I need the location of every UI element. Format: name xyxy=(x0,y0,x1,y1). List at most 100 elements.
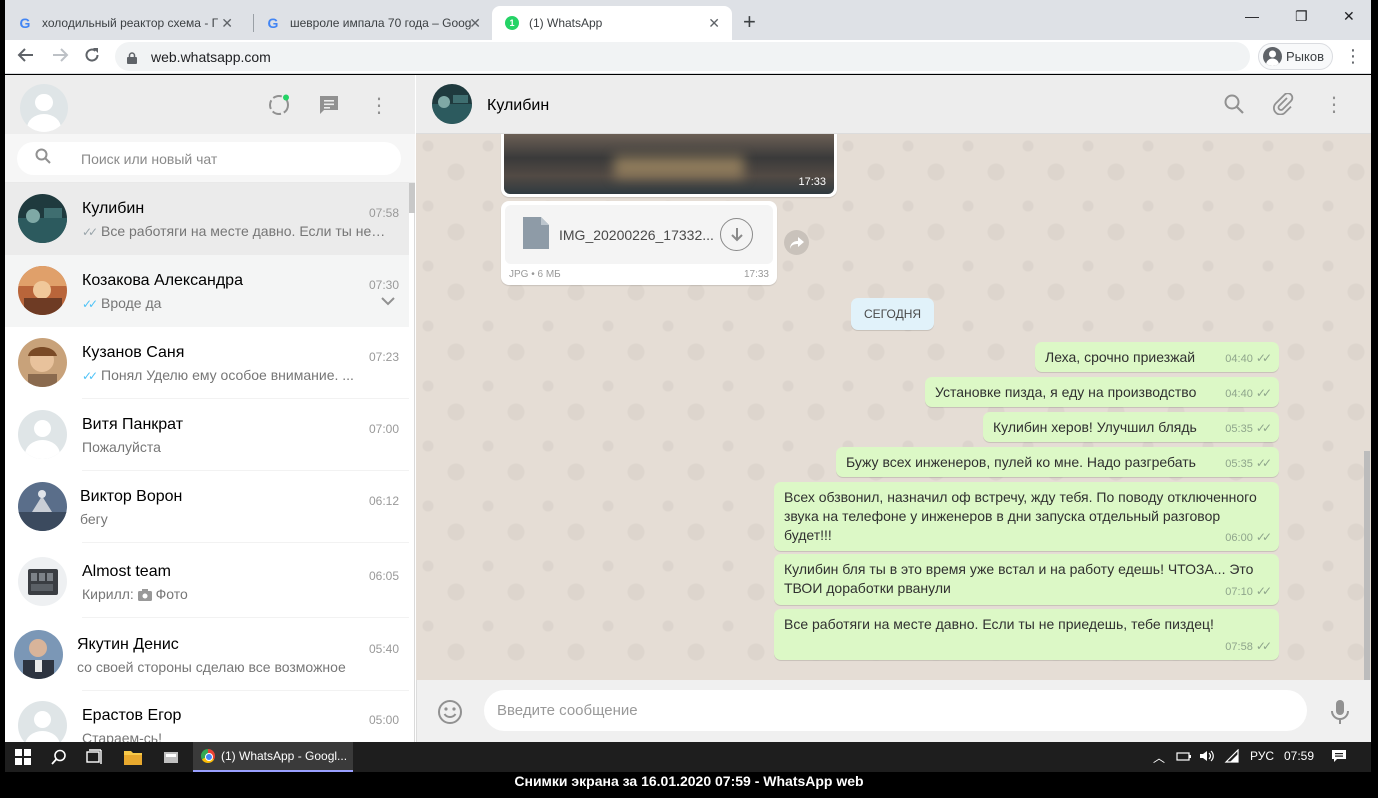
outgoing-message[interactable]: Всех обзвонил, назначил оф встречу, жду … xyxy=(774,482,1279,551)
forward-icon[interactable] xyxy=(784,230,809,255)
volume-icon[interactable] xyxy=(1199,749,1215,766)
chat-item-kuzanov[interactable]: Кузанов Саня 07:23 ✓✓ Понял Уделю ему ос… xyxy=(5,327,409,399)
image-message[interactable]: 17:33 xyxy=(501,134,837,197)
double-tick-icon: ✓✓ xyxy=(1255,386,1272,400)
new-tab-button[interactable]: + xyxy=(743,9,756,35)
chat-item-vitya[interactable]: Витя Панкрат 07:00 Пожалуйста xyxy=(5,399,409,471)
contact-avatar[interactable] xyxy=(432,84,472,124)
outgoing-message[interactable]: Установке пизда, я еду на производство 0… xyxy=(925,377,1279,407)
chat-item-erastov[interactable]: Ерастов Егор 05:00 Стараем-сь! xyxy=(5,690,409,742)
close-icon[interactable]: ✕ xyxy=(221,15,233,32)
chat-name: Виктор Ворон xyxy=(80,488,183,505)
search-input[interactable] xyxy=(81,150,381,167)
sidebar-scrollbar[interactable] xyxy=(409,183,415,213)
close-icon[interactable]: ✕ xyxy=(708,15,720,32)
chat-preview: Пожалуйста xyxy=(82,439,161,455)
maximize-icon[interactable]: ❐ xyxy=(1295,8,1308,25)
outgoing-message[interactable]: Леха, срочно приезжай 04:40 ✓✓ xyxy=(1035,342,1279,372)
status-icon[interactable] xyxy=(267,93,291,117)
close-window-icon[interactable]: ✕ xyxy=(1343,8,1355,25)
address-bar[interactable]: web.whatsapp.com xyxy=(115,42,1250,71)
back-icon[interactable] xyxy=(17,46,35,69)
chat-item-yakutin[interactable]: Якутин Денис 05:40 со своей стороны сдел… xyxy=(5,619,409,691)
chevron-down-icon[interactable] xyxy=(381,293,395,311)
tab-google-search-2[interactable]: G шевроле импала 70 года – Goog ✕ xyxy=(253,6,493,40)
taskbar-chrome-window[interactable]: (1) WhatsApp - Googl... xyxy=(193,742,353,772)
tray-chevron-icon[interactable]: ︿ xyxy=(1153,749,1165,766)
microphone-icon[interactable] xyxy=(1330,699,1350,725)
contact-name: Кулибин xyxy=(487,97,550,114)
minimize-icon[interactable]: — xyxy=(1245,8,1259,24)
forward-icon[interactable] xyxy=(51,46,69,69)
outgoing-message[interactable]: Бужу всех инженеров, пулей ко мне. Надо … xyxy=(836,447,1279,477)
chat-time: 06:05 xyxy=(368,569,399,583)
app-icon[interactable] xyxy=(161,747,181,767)
chat-preview: Стараем-сь! xyxy=(82,730,162,742)
tab-whatsapp[interactable]: 1 (1) WhatsApp ✕ xyxy=(492,6,732,40)
taskbar-window-title: (1) WhatsApp - Googl... xyxy=(221,749,348,763)
message-time: 17:33 xyxy=(798,176,826,188)
sidebar-header: ⋮ xyxy=(5,75,415,134)
wifi-icon[interactable] xyxy=(1224,748,1240,766)
conversation-menu-icon[interactable]: ⋮ xyxy=(1322,92,1346,116)
my-avatar[interactable] xyxy=(20,84,68,132)
profile-button[interactable]: Рыков xyxy=(1258,43,1333,70)
language-indicator[interactable]: РУС xyxy=(1250,749,1274,763)
chat-preview: бегу xyxy=(80,511,108,527)
google-icon: G xyxy=(267,15,279,31)
profile-name: Рыков xyxy=(1286,49,1324,64)
contact-avatar xyxy=(14,630,63,679)
outgoing-message[interactable]: Кулибин херов! Улучшил блядь 05:35 ✓✓ xyxy=(983,412,1279,442)
new-chat-icon[interactable] xyxy=(317,93,341,117)
search-box[interactable] xyxy=(17,142,401,175)
conversation-header[interactable]: Кулибин ⋮ xyxy=(416,75,1371,134)
double-tick-icon: ✓✓ xyxy=(1255,584,1272,598)
browser-menu-icon[interactable]: ⋮ xyxy=(1344,46,1362,67)
chat-time: 07:00 xyxy=(368,422,399,436)
search-icon xyxy=(35,148,51,169)
reload-icon[interactable] xyxy=(83,46,101,69)
download-icon[interactable] xyxy=(720,218,753,251)
notifications-icon[interactable] xyxy=(1331,749,1347,766)
message-status: 05:35 ✓✓ xyxy=(1225,456,1272,470)
document-meta: JPG • 6 МБ xyxy=(509,269,561,280)
chat-item-kulibin[interactable]: Кулибин 07:58 ✓✓ Все работяги на месте д… xyxy=(5,183,409,255)
sidebar-menu-icon[interactable]: ⋮ xyxy=(367,93,391,117)
contact-avatar xyxy=(18,266,67,315)
conversation-panel: Кулибин ⋮ 17:33 IMG_20200226_17332... JP… xyxy=(416,75,1371,742)
search-icon[interactable] xyxy=(49,747,69,767)
message-status: 07:10 ✓✓ xyxy=(1225,584,1272,598)
message-status: 07:58 ✓✓ xyxy=(1225,639,1272,653)
conversation-scrollbar[interactable] xyxy=(1364,451,1370,680)
file-explorer-icon[interactable] xyxy=(123,747,143,767)
windows-start-icon[interactable] xyxy=(13,747,33,767)
document-card[interactable]: IMG_20200226_17332... xyxy=(505,205,773,264)
chat-preview: ✓✓ Вроде да xyxy=(82,295,162,311)
double-tick-icon: ✓✓ xyxy=(1255,639,1272,653)
whatsapp-app: ⋮ Кулибин 07:58 ✓✓ Все xyxy=(5,75,1371,742)
battery-icon[interactable] xyxy=(1176,749,1192,766)
close-icon[interactable]: ✕ xyxy=(469,15,481,32)
search-icon[interactable] xyxy=(1222,92,1246,116)
outgoing-message[interactable]: Кулибин бля ты в это время уже встал и н… xyxy=(774,554,1279,605)
chat-name: Козакова Александра xyxy=(82,272,243,289)
whatsapp-icon: 1 xyxy=(504,15,520,31)
message-status: 04:40 ✓✓ xyxy=(1225,351,1272,365)
chat-time: 07:23 xyxy=(368,350,399,364)
windows-taskbar: (1) WhatsApp - Googl... ︿ РУС 07:59 xyxy=(5,742,1371,772)
chat-sidebar: ⋮ Кулибин 07:58 ✓✓ Все xyxy=(5,75,415,742)
document-message[interactable]: IMG_20200226_17332... JPG • 6 МБ 17:33 xyxy=(501,201,777,285)
tab-google-search-1[interactable]: G холодильный реактор схема - Г ✕ xyxy=(5,6,245,40)
contact-avatar xyxy=(18,194,67,243)
chat-item-almost-team[interactable]: Almost team 06:05 Кирилл: Фото xyxy=(5,546,409,618)
chat-item-viktor[interactable]: Виктор Ворон 06:12 бегу xyxy=(5,471,409,543)
outgoing-message[interactable]: Все работяги на месте давно. Если ты не … xyxy=(774,609,1279,660)
chat-item-kozakova[interactable]: Козакова Александра 07:30 ✓✓ Вроде да xyxy=(5,255,409,327)
message-input[interactable] xyxy=(484,690,1307,731)
emoji-icon[interactable] xyxy=(437,699,463,725)
image-thumbnail[interactable]: 17:33 xyxy=(504,134,834,194)
attach-icon[interactable] xyxy=(1271,92,1295,116)
task-view-icon[interactable] xyxy=(85,747,105,767)
clock[interactable]: 07:59 xyxy=(1284,749,1314,763)
chat-name: Якутин Денис xyxy=(77,636,179,653)
